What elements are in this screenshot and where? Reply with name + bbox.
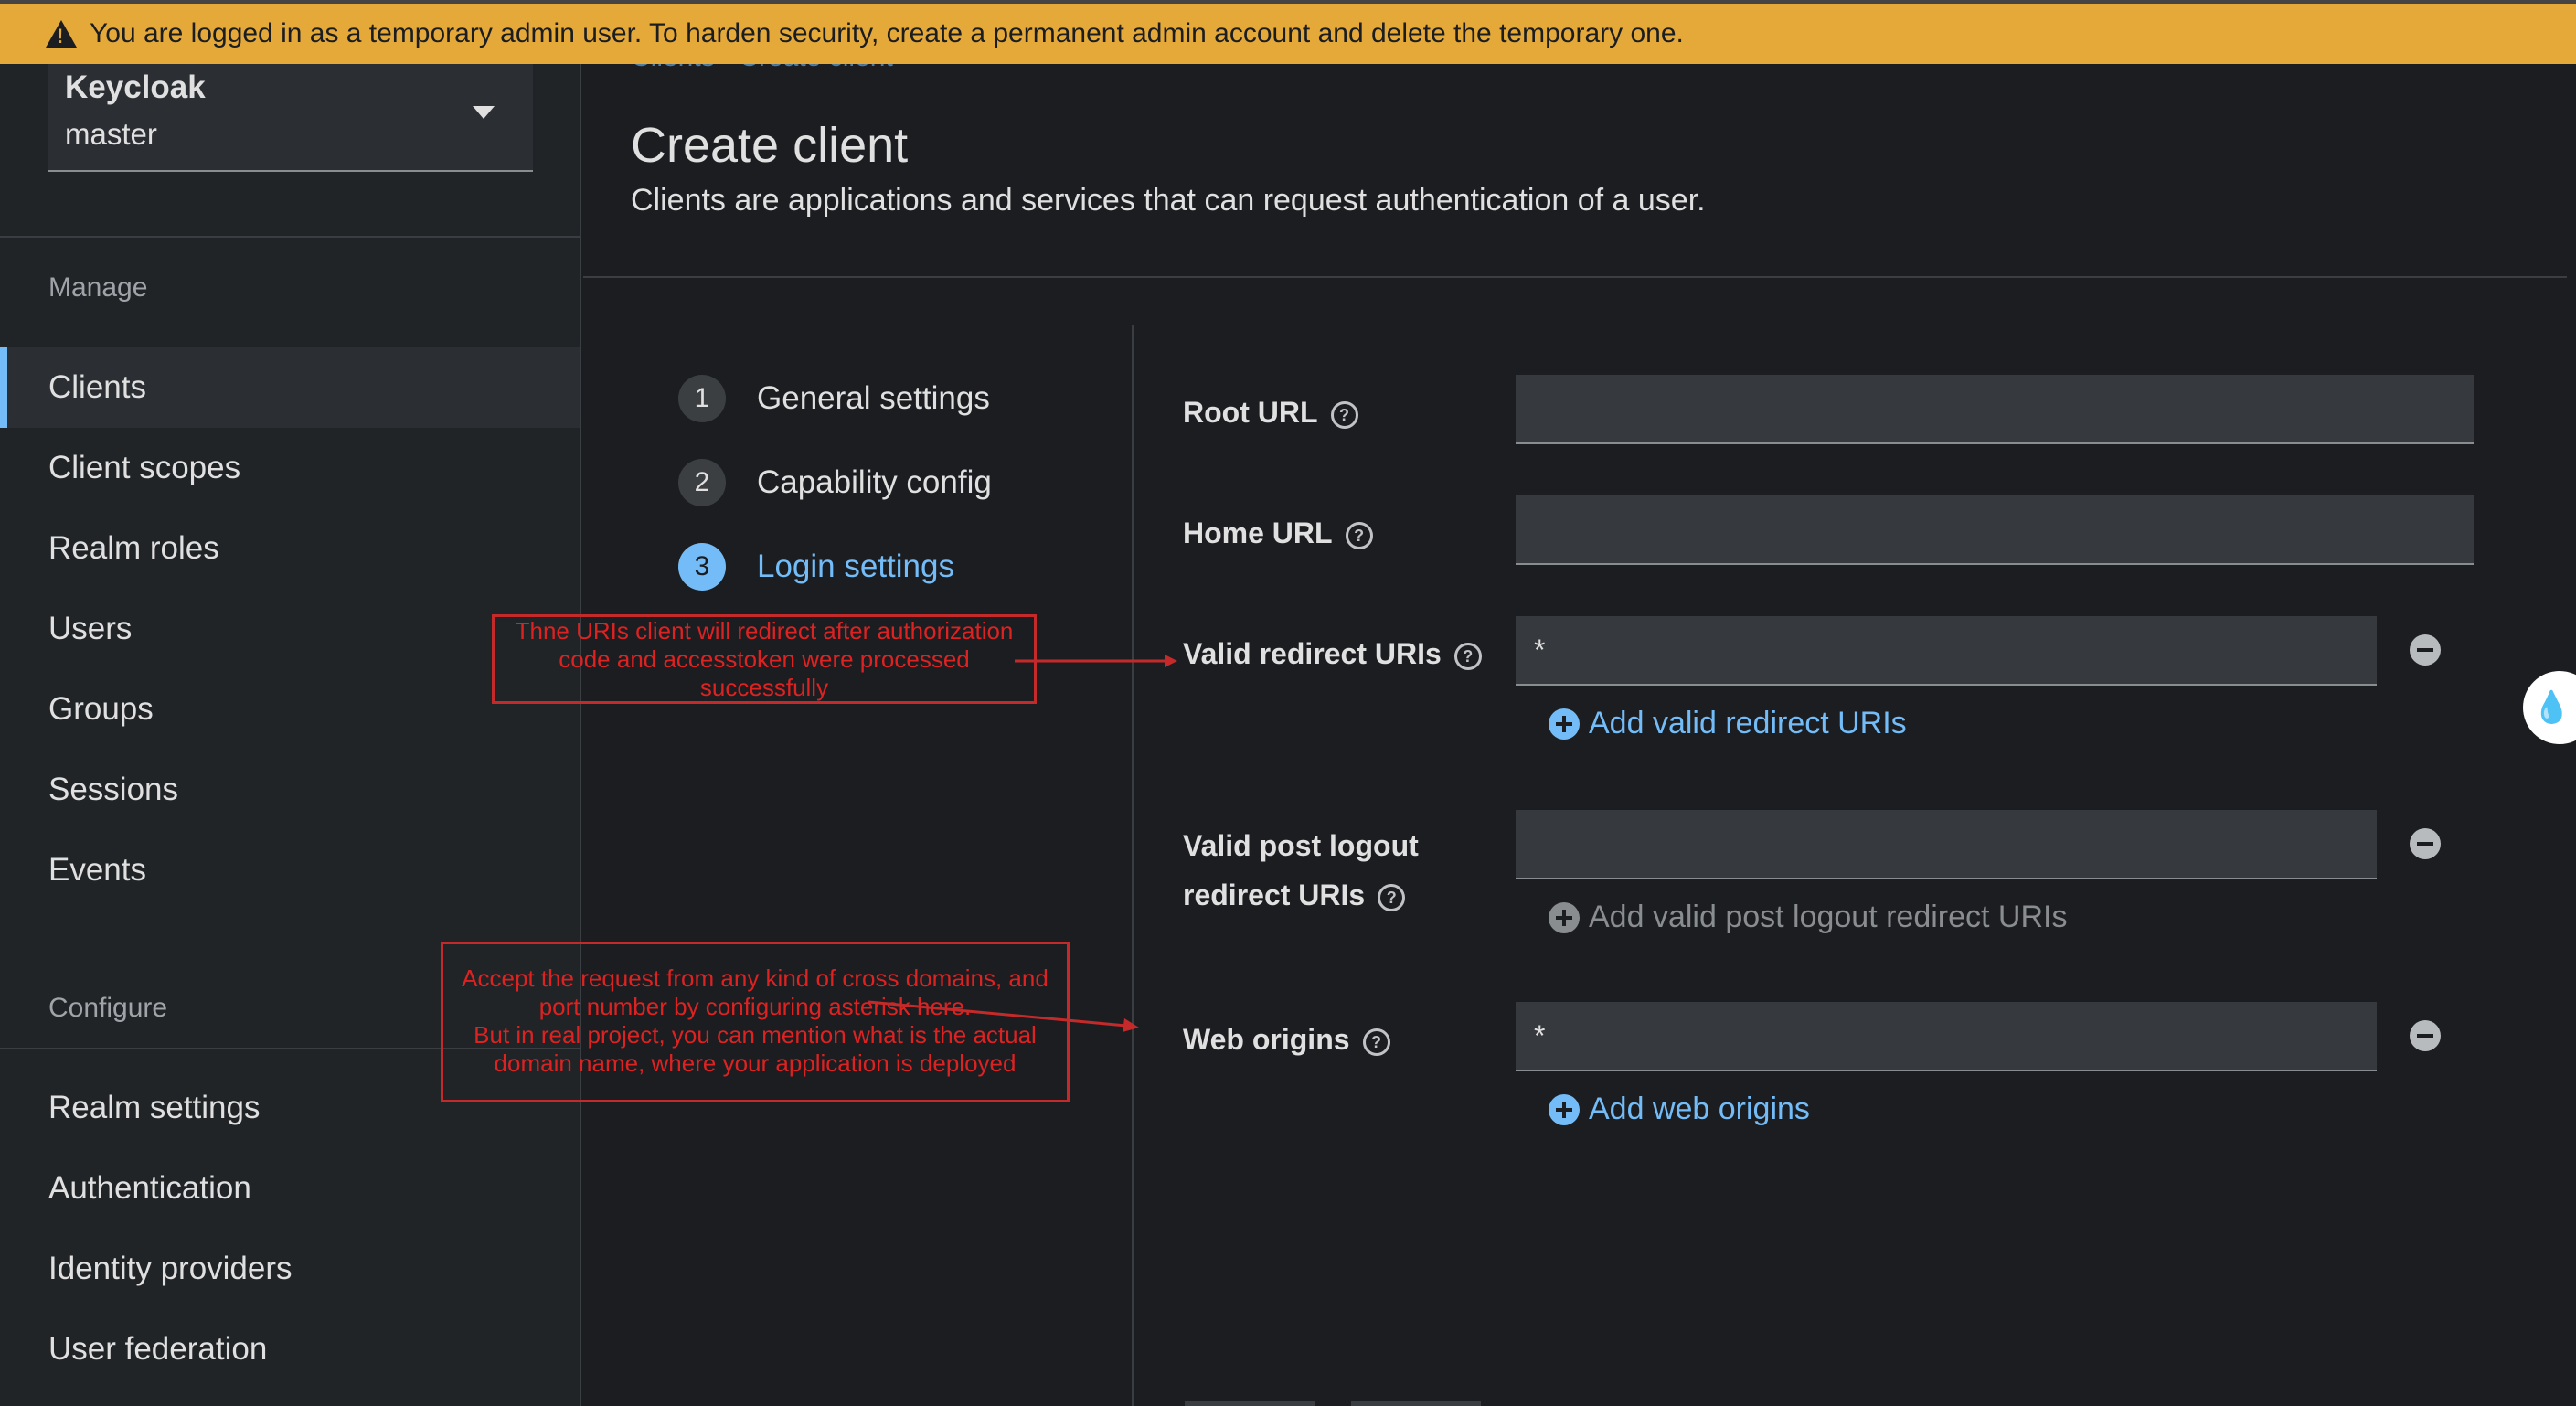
- wizard-step-login-settings[interactable]: 3 Login settings: [678, 543, 954, 591]
- footer-button-back[interactable]: [1185, 1401, 1315, 1406]
- sidebar-item-identity-providers[interactable]: Identity providers: [0, 1229, 580, 1309]
- sidebar: Keycloak master Manage Clients Client sc…: [0, 64, 581, 1406]
- step-label: Login settings: [757, 549, 954, 584]
- header-divider: [583, 276, 2567, 278]
- annotation-redirect-note: Thne URIs client will redirect after aut…: [492, 614, 1037, 704]
- web-origins-input[interactable]: *: [1516, 1002, 2377, 1071]
- page-subtitle: Clients are applications and services th…: [631, 183, 1706, 218]
- sidebar-item-clients[interactable]: Clients: [0, 347, 580, 428]
- temporary-admin-banner: You are logged in as a temporary admin u…: [0, 0, 2576, 64]
- help-icon[interactable]: ?: [1362, 1028, 1390, 1056]
- sidebar-item-authentication[interactable]: Authentication: [0, 1148, 580, 1229]
- post-logout-label-line2: redirect URIs: [1183, 879, 1366, 911]
- plus-circle-icon: [1549, 1093, 1580, 1125]
- add-web-origins-label: Add web origins: [1589, 1092, 1810, 1126]
- step-number: 2: [678, 459, 726, 506]
- section-title-manage: Manage: [48, 272, 148, 303]
- plus-circle-icon: [1549, 901, 1580, 933]
- wizard-divider: [1132, 325, 1134, 1406]
- plus-circle-icon: [1549, 708, 1580, 740]
- valid-post-logout-redirect-uris-label: Valid post logout redirect URIs?: [1183, 821, 1419, 920]
- wizard-step-general-settings[interactable]: 1 General settings: [678, 375, 990, 422]
- post-logout-label-line1: Valid post logout: [1183, 829, 1419, 862]
- home-url-label-text: Home URL: [1183, 517, 1333, 549]
- realm-selector-title: Keycloak: [65, 69, 206, 105]
- remove-web-origin-icon[interactable]: [2410, 1020, 2441, 1051]
- sidebar-divider: [0, 236, 581, 238]
- add-valid-redirect-uris-link[interactable]: Add valid redirect URIs: [1549, 706, 1907, 741]
- caret-down-icon: [473, 106, 495, 119]
- sidebar-item-user-federation[interactable]: User federation: [0, 1309, 580, 1390]
- sidebar-item-client-scopes[interactable]: Client scopes: [0, 428, 580, 508]
- realm-selector[interactable]: Keycloak master: [48, 64, 533, 172]
- annotation-arrow: [868, 1000, 1139, 1032]
- step-label: Capability config: [757, 464, 992, 500]
- sidebar-item-sessions[interactable]: Sessions: [0, 750, 580, 830]
- section-title-configure: Configure: [48, 993, 168, 1023]
- add-valid-post-logout-redirect-uris-link[interactable]: Add valid post logout redirect URIs: [1549, 900, 2067, 935]
- web-origins-label-text: Web origins: [1183, 1023, 1350, 1056]
- root-url-label-text: Root URL: [1183, 396, 1318, 429]
- floating-assistant-icon[interactable]: 💧: [2523, 671, 2576, 744]
- footer-button-next[interactable]: [1351, 1401, 1481, 1406]
- sidebar-item-events[interactable]: Events: [0, 830, 580, 911]
- add-valid-redirect-uris-label: Add valid redirect URIs: [1589, 706, 1907, 740]
- annotation-arrow: [1015, 655, 1177, 667]
- help-icon[interactable]: ?: [1330, 400, 1358, 429]
- warning-icon: [46, 20, 77, 48]
- sidebar-item-realm-roles[interactable]: Realm roles: [0, 508, 580, 589]
- root-url-input[interactable]: [1516, 375, 2474, 444]
- valid-redirect-uris-label: Valid redirect URIs?: [1183, 629, 1482, 678]
- valid-redirect-uris-label-text: Valid redirect URIs: [1183, 637, 1442, 670]
- step-number: 3: [678, 543, 726, 591]
- wizard-step-capability-config[interactable]: 2 Capability config: [678, 459, 992, 506]
- web-origins-label: Web origins?: [1183, 1015, 1390, 1064]
- remove-post-logout-uri-icon[interactable]: [2410, 828, 2441, 859]
- help-icon[interactable]: ?: [1345, 521, 1373, 549]
- add-post-logout-label: Add valid post logout redirect URIs: [1589, 900, 2068, 934]
- valid-post-logout-redirect-uris-input[interactable]: [1516, 810, 2377, 879]
- step-label: General settings: [757, 380, 990, 416]
- remove-redirect-uri-icon[interactable]: [2410, 634, 2441, 666]
- add-web-origins-link[interactable]: Add web origins: [1549, 1092, 1810, 1127]
- realm-selector-value: master: [65, 117, 157, 151]
- home-url-input[interactable]: [1516, 495, 2474, 565]
- help-icon[interactable]: ?: [1453, 642, 1482, 670]
- step-number: 1: [678, 375, 726, 422]
- home-url-label: Home URL?: [1183, 508, 1373, 558]
- page-title: Create client: [631, 118, 909, 173]
- banner-text: You are logged in as a temporary admin u…: [90, 18, 1684, 48]
- valid-redirect-uris-input[interactable]: *: [1516, 616, 2377, 686]
- help-icon[interactable]: ?: [1378, 883, 1406, 911]
- root-url-label: Root URL?: [1183, 388, 1358, 437]
